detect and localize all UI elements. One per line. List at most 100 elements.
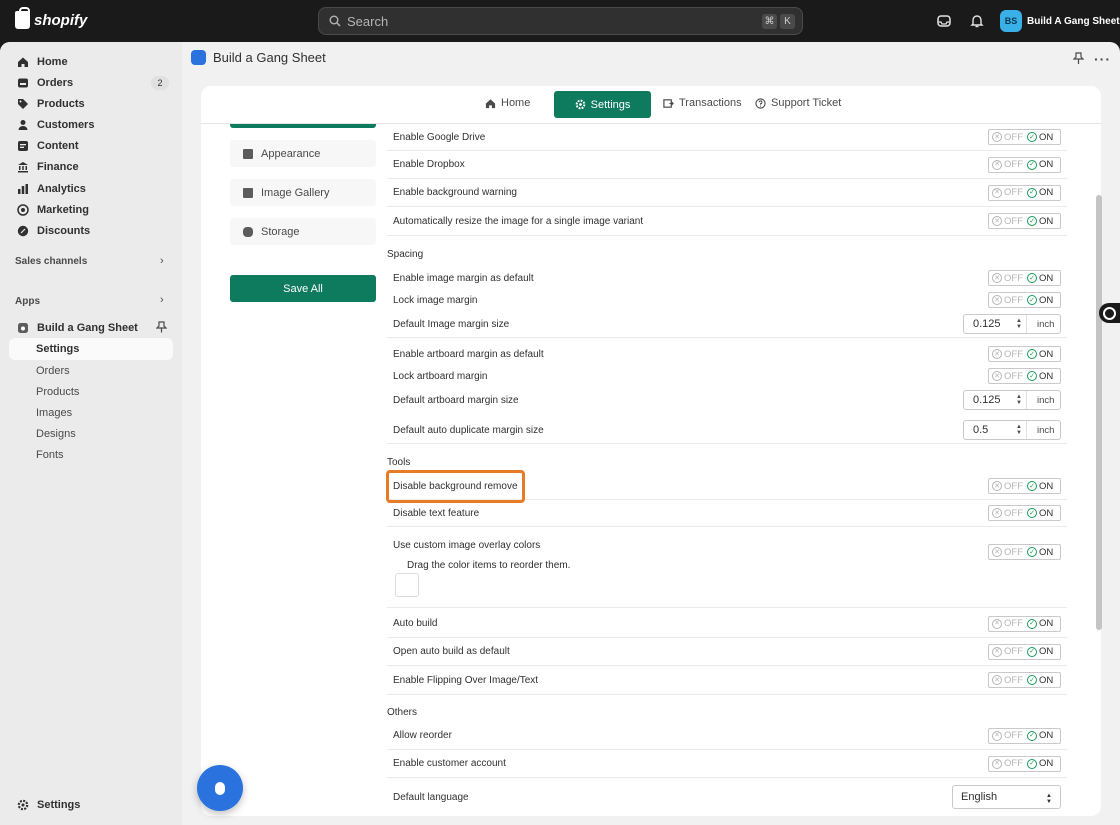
image-margin-number-input[interactable]: 0.125 ▲ ▼ inch: [963, 314, 1061, 334]
off-label: OFF: [1004, 507, 1023, 519]
shopify-logo[interactable]: shopify: [15, 7, 87, 29]
on-label: ON: [1039, 618, 1054, 629]
setting-label: Enable artboard margin as default: [393, 348, 544, 360]
on-off-toggle[interactable]: ✕ OFF ✓ ON: [988, 184, 1061, 201]
sidebar-item-content[interactable]: Content: [9, 135, 173, 157]
scrollbar[interactable]: [1096, 195, 1102, 630]
sidebar-item-app[interactable]: Build a Gang Sheet: [9, 317, 173, 339]
setting-row-open-auto-build: Open auto build as default ✕ OFF ✓ ON: [387, 638, 1067, 666]
on-off-toggle[interactable]: ✕ OFF ✓ ON: [988, 368, 1061, 384]
search-icon: [329, 15, 341, 27]
on-off-toggle[interactable]: ✕ OFF ✓ ON: [988, 129, 1061, 145]
menu-image-gallery[interactable]: Image Gallery: [230, 179, 376, 206]
sidebar-subitem-fonts[interactable]: Fonts: [36, 449, 64, 461]
sidebar-item-analytics[interactable]: Analytics: [9, 178, 173, 200]
sidebar-subitem-orders[interactable]: Orders: [36, 365, 70, 377]
number-value: 0.125: [973, 318, 1001, 330]
tab-support-ticket[interactable]: Support Ticket: [755, 97, 841, 109]
on-off-toggle[interactable]: ✕ OFF ✓ ON: [988, 544, 1061, 560]
overlay-toggle-icon[interactable]: [1099, 303, 1120, 323]
setting-label: Enable customer account: [393, 758, 506, 769]
transactions-icon: [663, 98, 674, 108]
sidebar-item-marketing[interactable]: Marketing: [9, 199, 173, 221]
on-off-toggle[interactable]: ✕ OFF ✓ ON: [988, 478, 1061, 494]
search-input[interactable]: Search ⌘ K: [318, 7, 803, 35]
tab-home[interactable]: Home: [485, 97, 530, 109]
off-label: OFF: [1004, 758, 1023, 769]
check-circle-icon: ✓: [1027, 547, 1037, 557]
check-circle-icon: ✓: [1027, 481, 1037, 491]
apps-heading[interactable]: Apps: [15, 296, 40, 307]
on-off-toggle[interactable]: ✕ OFF ✓ ON: [988, 755, 1061, 772]
app-logo-icon: [191, 50, 206, 65]
on-off-toggle[interactable]: ✕ OFF ✓ ON: [988, 643, 1061, 660]
on-off-toggle[interactable]: ✕ OFF ✓ ON: [988, 346, 1061, 362]
highlight-box: [386, 470, 525, 503]
language-select[interactable]: English ▲ ▼: [952, 785, 1061, 809]
on-off-toggle[interactable]: ✕ OFF ✓ ON: [988, 727, 1061, 744]
menu-appearance[interactable]: Appearance: [230, 140, 376, 167]
artboard-margin-number-input[interactable]: 0.125 ▲ ▼ inch: [963, 390, 1061, 410]
stepper-icon[interactable]: ▲ ▼: [1016, 424, 1022, 436]
number-value: 0.5: [973, 424, 989, 436]
sidebar-item-settings[interactable]: Settings: [9, 794, 173, 816]
pin-icon[interactable]: [1072, 52, 1085, 68]
stepper-icon[interactable]: ▲ ▼: [1016, 318, 1022, 330]
sidebar-item-customers[interactable]: Customers: [9, 114, 173, 136]
check-circle-icon: ✓: [1027, 508, 1037, 518]
off-label: OFF: [1004, 159, 1023, 170]
sidebar-item-finance[interactable]: Finance: [9, 156, 173, 178]
x-circle-icon: ✕: [992, 646, 1002, 657]
account-menu[interactable]: BS Build A Gang Sheet: [1000, 10, 1120, 32]
sidebar-item-orders[interactable]: Orders 2: [9, 72, 173, 94]
x-circle-icon: ✕: [992, 481, 1002, 491]
on-off-toggle[interactable]: ✕ OFF ✓ ON: [988, 672, 1061, 688]
sidebar-subitem-designs[interactable]: Designs: [36, 428, 76, 440]
sidebar-subitem-images[interactable]: Images: [36, 407, 72, 419]
check-circle-icon: ✓: [1027, 618, 1037, 629]
top-bar: shopify Search ⌘ K BS Build A Gang Sheet: [0, 0, 1120, 42]
color-swatch[interactable]: [395, 573, 419, 597]
more-options-icon[interactable]: ···: [1094, 51, 1111, 67]
bank-icon: [17, 161, 29, 173]
x-circle-icon: ✕: [992, 675, 1002, 685]
chevron-updown-icon: ▲ ▼: [1046, 793, 1052, 805]
gear-icon: [575, 99, 585, 110]
sidebar-subitem-settings[interactable]: Settings: [9, 338, 173, 360]
tab-label: Transactions: [679, 97, 742, 109]
sidebar-item-home[interactable]: Home: [9, 51, 173, 73]
sidebar-item-products[interactable]: Products: [9, 93, 173, 115]
duplicate-margin-number-input[interactable]: 0.5 ▲ ▼ inch: [963, 420, 1061, 440]
sales-channels-heading[interactable]: Sales channels: [15, 256, 87, 267]
bell-icon[interactable]: [969, 13, 985, 29]
pin-icon[interactable]: [155, 321, 168, 336]
check-circle-icon: ✓: [1027, 675, 1037, 685]
setting-row-auto-duplicate-margin: Default auto duplicate margin size 0.5 ▲ ▼…: [387, 417, 1067, 444]
on-off-toggle[interactable]: ✕ OFF ✓ ON: [988, 505, 1061, 521]
sidebar-item-discounts[interactable]: Discounts: [9, 220, 173, 242]
on-off-toggle[interactable]: ✕ OFF ✓ ON: [988, 615, 1061, 632]
tab-transactions[interactable]: Transactions: [663, 97, 742, 109]
on-off-toggle[interactable]: ✕ OFF ✓ ON: [988, 213, 1061, 229]
sidebar-subitem-products[interactable]: Products: [36, 386, 79, 398]
on-off-toggle[interactable]: ✕ OFF ✓ ON: [988, 292, 1061, 308]
grid-icon: [243, 148, 253, 159]
setting-label: Open auto build as default: [393, 646, 510, 657]
inbox-icon[interactable]: [936, 13, 952, 29]
chevron-right-icon[interactable]: ›: [160, 255, 164, 267]
on-label: ON: [1039, 294, 1054, 306]
save-all-button[interactable]: Save All: [230, 275, 376, 302]
setting-label: Enable Dropbox: [393, 159, 465, 170]
section-heading-others: Others: [387, 707, 418, 718]
stepper-icon[interactable]: ▲ ▼: [1016, 394, 1022, 406]
tab-settings[interactable]: Settings: [554, 91, 651, 118]
on-off-toggle[interactable]: ✕ OFF ✓ ON: [988, 270, 1061, 286]
chat-fab-button[interactable]: [197, 765, 243, 811]
help-circle-icon: [755, 97, 766, 109]
on-label: ON: [1039, 272, 1054, 284]
avatar: BS: [1000, 10, 1022, 32]
menu-storage[interactable]: Storage: [230, 218, 376, 245]
number-value: 0.125: [973, 394, 1001, 406]
chevron-right-icon[interactable]: ›: [160, 294, 164, 306]
on-off-toggle[interactable]: ✕ OFF ✓ ON: [988, 156, 1061, 173]
